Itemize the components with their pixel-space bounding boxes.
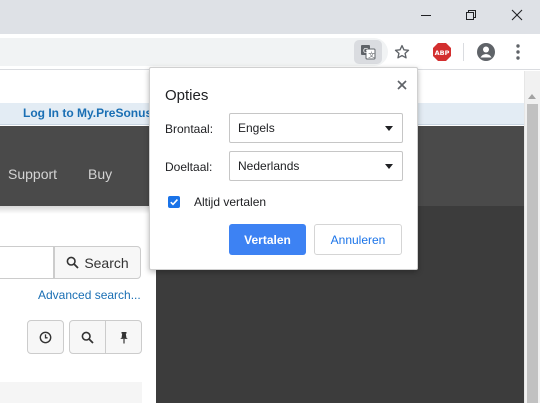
star-icon	[394, 44, 410, 59]
minimize-button[interactable]	[403, 0, 449, 30]
left-column: Search Advanced search...	[0, 206, 156, 403]
left-column-panel	[0, 382, 142, 403]
always-translate-label[interactable]: Altijd vertalen	[194, 195, 266, 209]
nav-buy[interactable]: Buy	[88, 166, 112, 182]
always-translate-checkbox[interactable]	[168, 196, 180, 208]
bookmark-star-button[interactable]	[390, 40, 414, 64]
search-icon	[81, 331, 94, 344]
nav-support[interactable]: Support	[8, 166, 57, 182]
source-language-select[interactable]: Engels	[229, 113, 403, 143]
browser-menu-button[interactable]	[506, 40, 530, 64]
window-titlebar	[0, 0, 540, 34]
translate-submit-button[interactable]: Vertalen	[229, 224, 306, 255]
search-button-label: Search	[84, 254, 129, 271]
source-language-label: Brontaal:	[165, 122, 214, 136]
translate-button[interactable]: G 文	[354, 40, 382, 64]
advanced-search-link[interactable]: Advanced search...	[38, 288, 141, 302]
popup-title: Opties	[165, 87, 209, 104]
pin-icon	[119, 331, 128, 343]
scroll-thumb[interactable]	[527, 104, 538, 403]
target-language-label: Doeltaal:	[165, 160, 213, 174]
page-scrollbar[interactable]	[524, 71, 540, 403]
source-language-value: Engels	[238, 121, 275, 135]
quick-search-button[interactable]	[69, 320, 106, 354]
minimize-icon	[421, 15, 431, 16]
address-bar[interactable]	[0, 38, 388, 66]
abp-icon: ABP	[433, 43, 451, 61]
popup-close-button[interactable]	[393, 76, 411, 94]
pin-button[interactable]	[105, 320, 142, 354]
translate-options-popup: Opties Brontaal: Engels Doeltaal: Nederl…	[149, 67, 418, 270]
translate-icon: G 文	[361, 45, 376, 60]
kebab-menu-icon	[516, 44, 520, 60]
close-icon	[511, 9, 523, 21]
close-button[interactable]	[494, 0, 540, 30]
checkmark-icon	[170, 199, 178, 206]
restore-button[interactable]	[448, 0, 494, 30]
profile-button[interactable]	[474, 40, 498, 64]
chevron-down-icon	[385, 126, 393, 131]
scroll-up-arrow-icon[interactable]	[528, 94, 536, 99]
target-language-value: Nederlands	[238, 159, 300, 173]
close-icon	[397, 80, 407, 90]
clock-icon	[39, 331, 52, 343]
search-button[interactable]: Search	[54, 246, 141, 279]
nav-shadow	[0, 206, 156, 214]
restore-icon	[466, 10, 476, 20]
target-language-select[interactable]: Nederlands	[229, 151, 403, 181]
svg-text:ABP: ABP	[435, 49, 450, 57]
browser-toolbar	[0, 34, 540, 70]
adblock-plus-button[interactable]: ABP	[430, 40, 454, 64]
profile-icon	[477, 43, 495, 61]
search-input[interactable]	[0, 246, 54, 279]
chevron-down-icon	[385, 164, 393, 169]
recent-button[interactable]	[27, 320, 64, 354]
search-icon	[66, 256, 79, 269]
svg-text:文: 文	[368, 50, 375, 59]
toolbar-separator	[463, 43, 464, 61]
cancel-button[interactable]: Annuleren	[314, 224, 402, 255]
login-link[interactable]: Log In to My.PreSonus	[23, 106, 152, 120]
